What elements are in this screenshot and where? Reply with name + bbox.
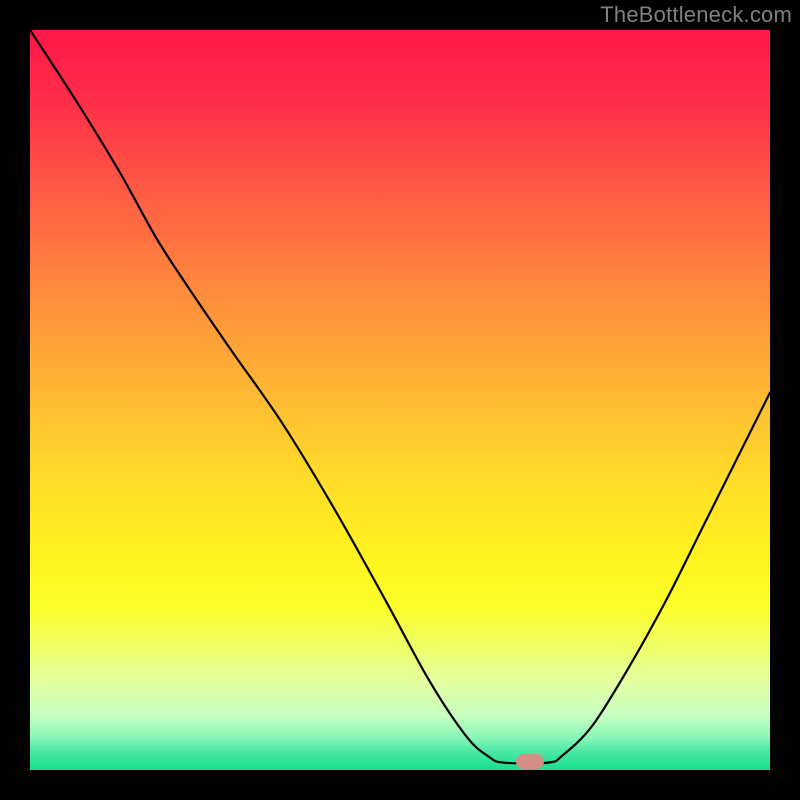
curve-layer	[30, 30, 770, 770]
chart-container: TheBottleneck.com	[0, 0, 800, 800]
selected-marker	[516, 754, 544, 769]
watermark-text: TheBottleneck.com	[600, 2, 792, 28]
plot-area	[30, 30, 770, 770]
bottleneck-curve	[30, 30, 770, 763]
